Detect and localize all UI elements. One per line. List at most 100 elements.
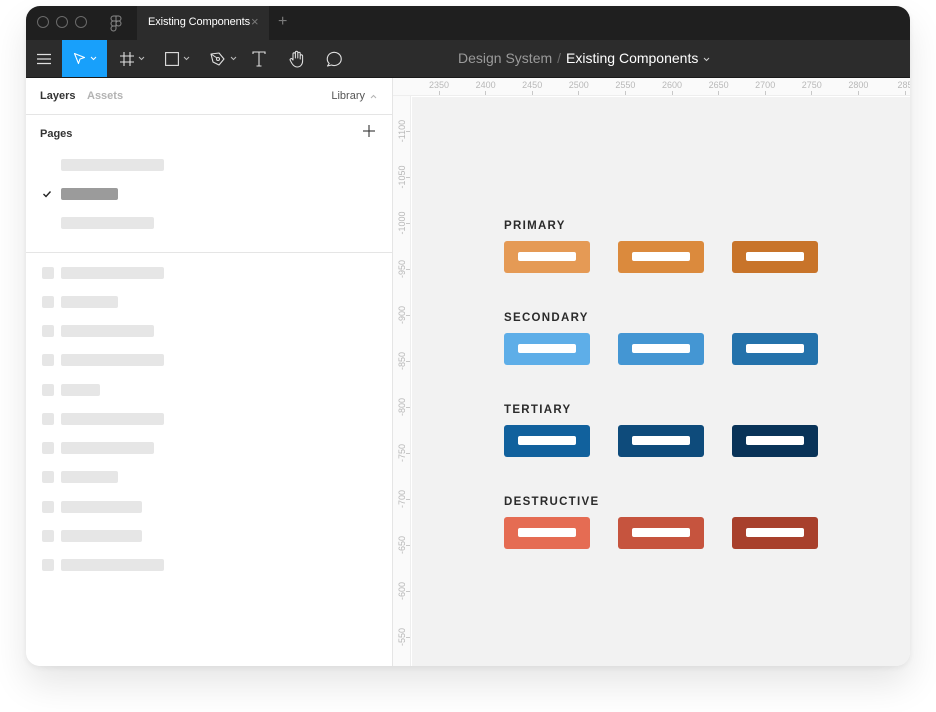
button-component-destructive-3[interactable] xyxy=(732,517,818,549)
button-label-placeholder xyxy=(746,344,804,353)
button-label-placeholder xyxy=(518,436,576,445)
page-item[interactable] xyxy=(26,151,392,179)
hamburger-menu-icon xyxy=(37,53,51,64)
button-component-primary-3[interactable] xyxy=(732,241,818,273)
ruler-tick: 2400 xyxy=(466,78,506,95)
figma-logo-icon[interactable] xyxy=(110,15,122,33)
hand-tool-button[interactable] xyxy=(284,40,310,77)
breadcrumb-separator: / xyxy=(557,50,562,66)
move-tool-button[interactable] xyxy=(62,40,107,77)
ruler-tick: 2550 xyxy=(605,78,645,95)
button-label-placeholder xyxy=(746,528,804,537)
component-group-label-tertiary: TERTIARY xyxy=(504,404,572,416)
new-tab-icon[interactable]: + xyxy=(278,13,287,31)
maximize-window-button[interactable] xyxy=(75,16,87,28)
ruler-tick: -550 xyxy=(393,617,411,657)
layer-item[interactable] xyxy=(26,259,392,287)
ruler-tick: -1000 xyxy=(393,203,411,243)
horizontal-ruler[interactable]: 2350 2400 2450 2500 2550 2600 2650 2700 2750 2800… xyxy=(393,78,910,96)
minimize-window-button[interactable] xyxy=(56,16,68,28)
ruler-tick-label: 2450 xyxy=(522,80,543,90)
vertical-ruler[interactable]: -1100 -1050 -1000 -950 -900 -850 -800 -750 -700 -… xyxy=(393,96,411,666)
layer-item[interactable] xyxy=(26,288,392,316)
ruler-tick-mark xyxy=(406,361,410,362)
layer-name-placeholder xyxy=(61,530,142,542)
ruler-tick-label: 2650 xyxy=(708,80,729,90)
layer-type-icon xyxy=(42,325,54,337)
page-item-current[interactable] xyxy=(26,180,392,208)
close-tab-icon[interactable]: × xyxy=(251,15,259,29)
tab-assets[interactable]: Assets xyxy=(87,90,123,102)
ruler-tick: 2500 xyxy=(559,78,599,95)
pen-tool-button[interactable] xyxy=(202,40,244,77)
layer-type-icon xyxy=(42,501,54,513)
ruler-tick-mark xyxy=(406,499,410,500)
comment-tool-button[interactable] xyxy=(321,40,347,77)
ruler-tick-label: 2800 xyxy=(848,80,869,90)
text-t-icon xyxy=(252,50,266,67)
button-component-primary-2[interactable] xyxy=(618,241,704,273)
sidebar-divider xyxy=(26,252,392,253)
ruler-tick: -900 xyxy=(393,295,411,335)
layer-item[interactable] xyxy=(26,551,392,579)
layer-item[interactable] xyxy=(26,376,392,404)
title-bar: Existing Components × + xyxy=(26,6,910,40)
button-label-placeholder xyxy=(518,344,576,353)
ruler-tick-mark xyxy=(406,315,410,316)
button-component-tertiary-1[interactable] xyxy=(504,425,590,457)
button-component-primary-1[interactable] xyxy=(504,241,590,273)
button-component-secondary-2[interactable] xyxy=(618,333,704,365)
main-menu-button[interactable] xyxy=(26,40,62,77)
button-component-destructive-2[interactable] xyxy=(618,517,704,549)
button-label-placeholder xyxy=(632,436,690,445)
hand-icon xyxy=(289,50,304,68)
library-dropdown[interactable]: Library xyxy=(331,90,377,102)
ruler-tick-label: 2700 xyxy=(755,80,776,90)
frame-tool-button[interactable] xyxy=(112,40,152,77)
button-component-destructive-1[interactable] xyxy=(504,517,590,549)
button-component-secondary-1[interactable] xyxy=(504,333,590,365)
ruler-tick: -850 xyxy=(393,341,411,381)
add-page-plus-icon[interactable] xyxy=(361,123,377,139)
ruler-tick-label: 2400 xyxy=(475,80,496,90)
layer-type-icon xyxy=(42,267,54,279)
close-window-button[interactable] xyxy=(37,16,49,28)
button-component-secondary-3[interactable] xyxy=(732,333,818,365)
layer-type-icon xyxy=(42,559,54,571)
ruler-tick-mark xyxy=(406,223,410,224)
library-label: Library xyxy=(331,90,365,102)
layer-item[interactable] xyxy=(26,317,392,345)
breadcrumb-project[interactable]: Design System xyxy=(458,50,552,66)
tab-layers[interactable]: Layers xyxy=(40,90,75,102)
ruler-tick: 2600 xyxy=(652,78,692,95)
pages-header: Pages xyxy=(40,128,73,140)
button-component-tertiary-3[interactable] xyxy=(732,425,818,457)
ruler-tick-mark xyxy=(406,407,410,408)
rectangle-tool-button[interactable] xyxy=(156,40,198,77)
layer-name-placeholder xyxy=(61,413,164,425)
layer-item[interactable] xyxy=(26,522,392,550)
layer-item[interactable] xyxy=(26,434,392,462)
button-label-placeholder xyxy=(518,528,576,537)
ruler-tick-label: 285 xyxy=(897,80,910,90)
button-component-tertiary-2[interactable] xyxy=(618,425,704,457)
component-group-label-secondary: SECONDARY xyxy=(504,312,589,324)
layer-item[interactable] xyxy=(26,346,392,374)
ruler-tick: 285 xyxy=(885,78,910,95)
file-tab[interactable]: Existing Components × xyxy=(137,6,269,40)
layer-item[interactable] xyxy=(26,405,392,433)
page-item[interactable] xyxy=(26,209,392,237)
layer-item[interactable] xyxy=(26,463,392,491)
ruler-tick-mark xyxy=(406,591,410,592)
breadcrumb-file-name[interactable]: Existing Components xyxy=(566,50,698,66)
chevron-down-icon[interactable] xyxy=(703,57,710,62)
text-tool-button[interactable] xyxy=(246,40,272,77)
layer-type-icon xyxy=(42,442,54,454)
ruler-tick: -800 xyxy=(393,387,411,427)
frame-hash-icon xyxy=(119,51,134,66)
sidebar-tabs: Layers Assets Library xyxy=(26,78,392,115)
layer-item[interactable] xyxy=(26,493,392,521)
ruler-tick: -750 xyxy=(393,433,411,473)
layer-name-placeholder xyxy=(61,267,164,279)
design-canvas[interactable]: PRIMARY SECONDARY TERTIARY DESTRUCTIVE xyxy=(412,97,910,666)
